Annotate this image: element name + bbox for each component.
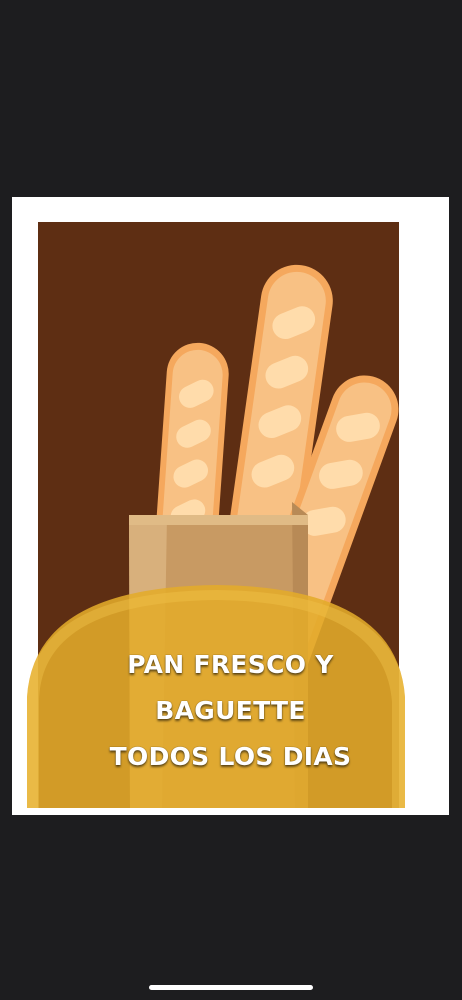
home-indicator[interactable] — [149, 985, 313, 990]
headline-line-2: BAGUETTE — [155, 696, 306, 725]
headline: PAN FRESCO Y BAGUETTE TODOS LOS DIAS — [38, 642, 423, 780]
headline-line-1: PAN FRESCO Y — [127, 650, 334, 679]
headline-line-3: TODOS LOS DIAS — [109, 742, 352, 771]
poster-image: PAN FRESCO Y BAGUETTE TODOS LOS DIAS — [12, 197, 449, 815]
